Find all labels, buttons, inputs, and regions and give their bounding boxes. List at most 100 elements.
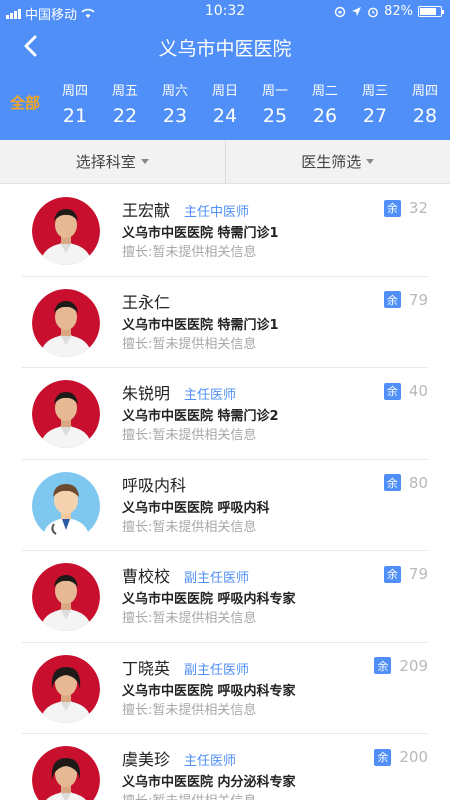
- remaining-slots: 余 79: [383, 565, 428, 583]
- day-item[interactable]: 周一 25: [250, 80, 300, 127]
- doctor-name: 虞美珍: [122, 750, 171, 769]
- remaining-slots: 余 209: [374, 657, 428, 675]
- doctor-hospital: 义乌市中医医院 特需门诊1: [122, 317, 279, 333]
- page-title: 义乌市中医医院: [158, 38, 292, 60]
- doctor-hospital: 义乌市中医医院 呼吸内科: [122, 500, 270, 516]
- doctor-name: 曹校校: [122, 567, 171, 586]
- alarm-icon: [368, 7, 378, 17]
- date-label: 28: [412, 105, 438, 127]
- remaining-count: 32: [408, 199, 428, 217]
- day-item[interactable]: 周六 23: [150, 80, 200, 127]
- remaining-slots: 余 32: [383, 199, 428, 217]
- remaining-count: 79: [408, 290, 428, 309]
- remain-badge: 余: [383, 291, 401, 308]
- doctor-specialty: 擅长:暂未提供相关信息: [122, 519, 257, 535]
- doctor-avatar: [32, 471, 100, 540]
- remain-badge: 余: [383, 382, 401, 400]
- doctor-specialty: 擅长:暂未提供相关信息: [122, 336, 257, 352]
- doctor-title: 主任医师: [184, 754, 237, 769]
- doctor-list: 王宏献 主任中医师 义乌市中医医院 特需门诊1 擅长:暂未提供相关信息余 32 王永仁 义乌…: [0, 185, 450, 800]
- doctor-avatar: [32, 654, 100, 723]
- day-item[interactable]: 周四 28: [400, 80, 450, 127]
- rotation-lock-icon: [334, 6, 346, 17]
- doctor-title: 主任中医师: [184, 205, 250, 220]
- weekday-label: 周一: [261, 84, 288, 99]
- doctor-name: 王宏献: [122, 201, 171, 220]
- doctor-name: 王永仁: [122, 292, 171, 312]
- header: 中国移动 10:32 82% 义乌市中医医院 全部 周四 21 周五 22 周六 23 周日…: [0, 0, 450, 140]
- day-item[interactable]: 周二 26: [300, 80, 350, 127]
- doctor-row[interactable]: 呼吸内科义乌市中医医院 呼吸内科 擅长:暂未提供相关信息 余 80: [22, 460, 428, 551]
- filter-bar: 选择科室 医生筛选: [0, 140, 450, 184]
- doctor-name: 朱锐明: [122, 384, 171, 403]
- remain-badge: 余: [374, 748, 392, 766]
- doctor-hospital: 义乌市中医医院 内分泌科专家: [122, 775, 296, 790]
- doctor-avatar: [32, 288, 100, 357]
- department-filter-label: 选择科室: [75, 153, 136, 171]
- remain-badge: 余: [383, 565, 401, 583]
- doctor-row[interactable]: 王宏献 主任中医师义乌市中医医院 特需门诊1 擅长:暂未提供相关信息 余 32: [22, 185, 428, 277]
- doctor-specialty: 擅长:暂未提供相关信息: [122, 611, 257, 626]
- remain-badge: 余: [383, 199, 401, 217]
- weekday-label: 周五: [111, 84, 138, 99]
- doctor-avatar: [32, 563, 100, 631]
- doctor-name: 呼吸内科: [122, 475, 187, 495]
- remaining-slots: 余 79: [383, 290, 428, 309]
- weekday-label: 周四: [411, 84, 438, 99]
- day-item[interactable]: 周日 24: [200, 80, 250, 127]
- status-bar: 中国移动 10:32 82%: [0, 0, 450, 24]
- date-label: 22: [112, 105, 138, 127]
- weekday-label: 周日: [211, 84, 238, 99]
- all-dates-button[interactable]: 全部: [10, 92, 40, 113]
- remaining-count: 200: [399, 748, 428, 766]
- battery-percent: 82%: [384, 4, 413, 19]
- weekday-label: 周三: [361, 84, 388, 99]
- doctor-hospital: 义乌市中医医院 特需门诊2: [122, 409, 279, 424]
- day-item[interactable]: 周四 21: [50, 80, 100, 127]
- doctor-hospital: 义乌市中医医院 呼吸内科专家: [122, 683, 296, 699]
- doctor-hospital: 义乌市中医医院 呼吸内科专家: [122, 592, 296, 607]
- doctor-name: 丁晓英: [122, 658, 171, 678]
- doctor-row[interactable]: 王永仁义乌市中医医院 特需门诊1 擅长:暂未提供相关信息 余 79: [22, 277, 428, 368]
- date-label: 24: [212, 105, 238, 127]
- weekday-label: 周二: [311, 84, 338, 99]
- nav-bar: 义乌市中医医院: [0, 28, 450, 64]
- doctor-row[interactable]: 丁晓英 副主任医师义乌市中医医院 呼吸内科专家 擅长:暂未提供相关信息 余 209: [22, 643, 428, 734]
- battery-icon: [418, 6, 444, 17]
- day-item[interactable]: 周五 22: [100, 80, 150, 127]
- doctor-filter-label: 医生筛选: [301, 153, 362, 171]
- doctor-row[interactable]: 虞美珍主任医师义乌市中医医院 内分泌科专家擅长:暂未提供相关信息 余 200: [22, 734, 428, 800]
- doctor-specialty: 擅长:暂未提供相关信息: [122, 790, 256, 800]
- remaining-slots: 余 80: [383, 474, 428, 492]
- weekday-label: 周四: [61, 84, 88, 99]
- date-label: 27: [362, 105, 388, 127]
- department-filter[interactable]: 选择科室: [0, 140, 225, 183]
- date-label: 21: [62, 105, 88, 127]
- doctor-row[interactable]: 朱锐明 主任医师义乌市中医医院 特需门诊2 擅长:暂未提供相关信息 余 40: [22, 368, 428, 460]
- date-selector: 周四 21 周五 22 周六 23 周日 24 周一 25 周二 26 周三 27 周四 28: [50, 80, 450, 127]
- doctor-filter[interactable]: 医生筛选: [224, 140, 450, 183]
- day-item[interactable]: 周三 27: [350, 80, 400, 127]
- date-label: 25: [262, 105, 288, 127]
- doctor-title: 副主任医师: [184, 662, 250, 678]
- remain-badge: 余: [374, 657, 392, 674]
- doctor-row[interactable]: 曹校校 副主任医师义乌市中医医院 呼吸内科专家 擅长:暂未提供相关信息 余 79: [22, 551, 428, 643]
- location-icon: [352, 7, 362, 16]
- doctor-title: 副主任医师: [184, 571, 250, 586]
- remaining-count: 40: [408, 382, 428, 400]
- doctor-avatar: [32, 746, 100, 800]
- date-label: 26: [312, 105, 338, 127]
- remain-badge: 余: [383, 474, 401, 491]
- doctor-specialty: 擅长:暂未提供相关信息: [122, 428, 257, 443]
- caret-down-icon: [366, 159, 375, 164]
- caret-down-icon: [140, 159, 149, 164]
- remaining-slots: 余 40: [383, 382, 428, 400]
- doctor-title: 主任医师: [184, 388, 237, 403]
- doctor-avatar: [32, 197, 100, 265]
- remaining-count: 209: [399, 656, 428, 675]
- doctor-specialty: 擅长:暂未提供相关信息: [122, 702, 257, 718]
- doctor-specialty: 擅长:暂未提供相关信息: [122, 245, 257, 260]
- doctor-hospital: 义乌市中医医院 特需门诊1: [122, 226, 279, 241]
- weekday-label: 周六: [161, 84, 188, 99]
- doctor-avatar: [32, 380, 100, 448]
